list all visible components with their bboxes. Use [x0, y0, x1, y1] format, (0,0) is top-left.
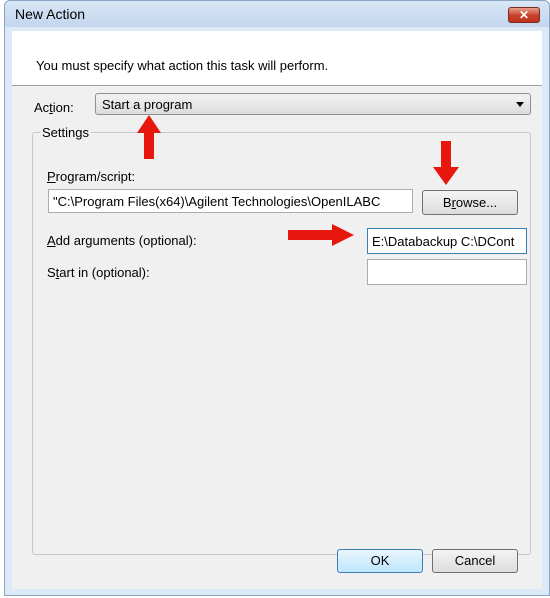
start-in-input[interactable] — [367, 259, 527, 285]
program-script-input[interactable]: "C:\Program Files(x64)\Agilent Technolog… — [48, 189, 413, 213]
arguments-input[interactable]: E:\Databackup C:\DCont — [367, 228, 527, 254]
arrow-down-icon — [433, 141, 459, 185]
title-bar[interactable]: New Action ✕ — [5, 1, 549, 27]
arguments-label: Add arguments (optional): — [47, 233, 197, 248]
window-title: New Action — [15, 6, 86, 22]
action-label: Action: — [34, 100, 74, 115]
cancel-button[interactable]: Cancel — [432, 549, 518, 573]
arrow-right-icon — [288, 224, 354, 246]
ok-button[interactable]: OK — [337, 549, 423, 573]
arrow-up-icon — [137, 115, 161, 159]
close-button[interactable]: ✕ — [508, 7, 540, 23]
chevron-down-icon[interactable] — [516, 102, 524, 107]
browse-button[interactable]: Browse... — [422, 190, 518, 215]
start-in-label: Start in (optional): — [47, 265, 150, 280]
settings-legend: Settings — [40, 125, 91, 140]
instruction-panel: You must specify what action this task w… — [12, 31, 542, 86]
instruction-text: You must specify what action this task w… — [36, 58, 329, 73]
close-icon: ✕ — [518, 8, 530, 22]
program-script-label: Program/script: — [47, 169, 136, 184]
action-dropdown[interactable]: Start a program — [95, 93, 531, 115]
dialog-client-area: You must specify what action this task w… — [12, 31, 542, 589]
dialog-window: New Action ✕ You must specify what actio… — [4, 0, 550, 596]
action-dropdown-value: Start a program — [102, 97, 193, 112]
